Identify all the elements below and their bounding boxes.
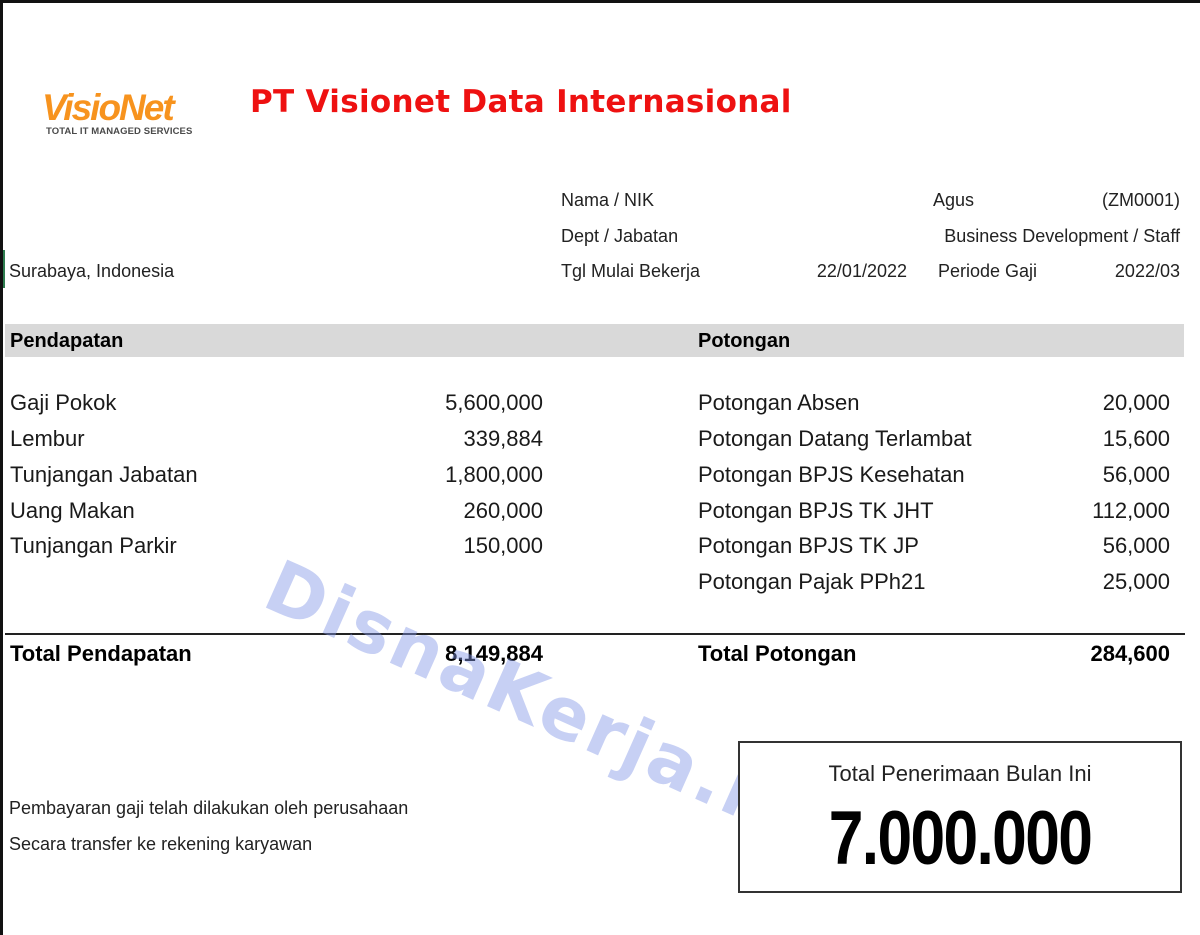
deductions-total-label: Total Potongan xyxy=(698,641,857,666)
period-label: Periode Gaji xyxy=(938,261,1038,281)
deduction-item-label: Potongan Pajak PPh21 xyxy=(698,569,926,594)
deduction-item-value: 56,000 xyxy=(1102,533,1170,558)
section-header-bar xyxy=(5,324,1184,357)
deduction-item-label: Potongan BPJS TK JHT xyxy=(698,498,934,523)
deduction-item-value: 20,000 xyxy=(1102,390,1170,415)
employee-nik: (ZM0001) xyxy=(1101,190,1180,210)
logo-wordmark: VisioNet xyxy=(42,87,175,128)
deduction-item-value: 56,000 xyxy=(1102,462,1170,487)
pay-period: 2022/03 xyxy=(1114,261,1180,281)
dept-label: Dept / Jabatan xyxy=(561,226,679,246)
net-pay-box: Total Penerimaan Bulan Ini 7.000.000 xyxy=(738,741,1182,893)
company-name: PT Visionet Data Internasional xyxy=(250,84,792,120)
income-item-value: 339,884 xyxy=(463,426,543,451)
name-label: Nama / NIK xyxy=(561,190,655,210)
deduction-item-value: 25,000 xyxy=(1102,569,1170,594)
income-item-label: Uang Makan xyxy=(10,498,135,523)
income-item-label: Tunjangan Parkir xyxy=(10,533,177,558)
deduction-item-value: 15,600 xyxy=(1102,426,1170,451)
logo-tagline: TOTAL IT MANAGED SERVICES xyxy=(46,126,193,137)
start-date-label: Tgl Mulai Bekerja xyxy=(561,261,701,281)
deduction-item-value: 112,000 xyxy=(1092,498,1170,523)
deduction-item-label: Potongan Absen xyxy=(698,390,860,415)
net-pay-value: 7.000.000 xyxy=(828,796,1093,881)
income-item-label: Lembur xyxy=(10,426,85,451)
payment-note: Pembayaran gaji telah dilakukan oleh per… xyxy=(9,798,409,818)
income-item-value: 5,600,000 xyxy=(445,390,543,415)
start-date: 22/01/2022 xyxy=(816,261,907,281)
income-item-value: 150,000 xyxy=(463,533,543,558)
income-total-label: Total Pendapatan xyxy=(10,641,192,666)
income-total-value: 8,149,884 xyxy=(445,641,543,666)
deductions-section-title: Potongan xyxy=(698,330,791,352)
transfer-note: Secara transfer ke rekening karyawan xyxy=(9,834,313,854)
income-item-label: Gaji Pokok xyxy=(10,390,117,415)
company-logo: VisioNet TOTAL IT MANAGED SERVICES xyxy=(40,88,200,140)
deductions-total-value: 284,600 xyxy=(1090,641,1170,666)
employee-name: Agus xyxy=(933,190,975,210)
cell-selection-marker xyxy=(3,250,5,288)
deduction-item-label: Potongan BPJS Kesehatan xyxy=(698,462,965,487)
income-item-value: 260,000 xyxy=(463,498,543,523)
net-pay-label: Total Penerimaan Bulan Ini xyxy=(828,761,1092,786)
income-item-value: 1,800,000 xyxy=(445,462,543,487)
income-item-label: Tunjangan Jabatan xyxy=(10,462,198,487)
sheet-top-border xyxy=(0,0,1200,3)
employee-dept: Business Development / Staff xyxy=(944,226,1180,246)
totals-divider xyxy=(5,633,1185,635)
deduction-item-label: Potongan Datang Terlambat xyxy=(698,426,972,451)
company-location: Surabaya, Indonesia xyxy=(9,261,175,281)
sheet-left-border xyxy=(0,0,3,935)
income-section-title: Pendapatan xyxy=(10,330,124,352)
deduction-item-label: Potongan BPJS TK JP xyxy=(698,533,919,558)
